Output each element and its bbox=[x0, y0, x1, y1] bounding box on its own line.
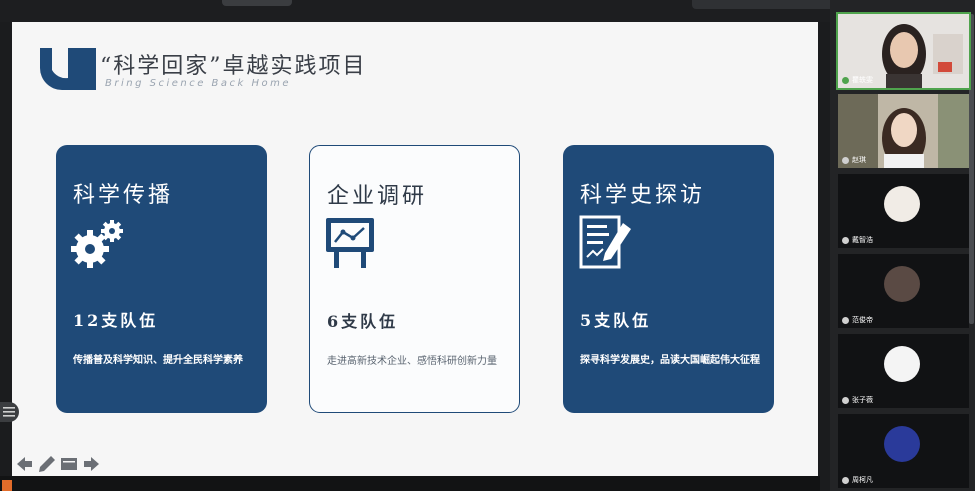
card-description: 走进高新技术企业、感悟科研创新力量 bbox=[327, 356, 497, 367]
participant-name: 范俊帝 bbox=[842, 315, 873, 325]
participant-tile[interactable]: 赵琪 bbox=[838, 94, 969, 168]
participant-name: 赵琪 bbox=[842, 155, 866, 165]
participant-name: 瞿轶雯 bbox=[842, 75, 873, 85]
pen-icon[interactable] bbox=[38, 455, 56, 473]
avatar bbox=[884, 346, 920, 382]
card-description: 传播普及科学知识、提升全民科学素养 bbox=[73, 355, 243, 366]
document-pen-icon bbox=[579, 215, 631, 269]
participant-tile[interactable]: 周柯凡 bbox=[838, 414, 969, 488]
logo-icon bbox=[40, 48, 96, 90]
slide-menu-button[interactable] bbox=[0, 402, 19, 422]
top-bar bbox=[0, 0, 975, 22]
participant-tile[interactable]: 张子薇 bbox=[838, 334, 969, 408]
app-icon bbox=[2, 480, 12, 491]
participant-tile[interactable]: 戴智浩 bbox=[838, 174, 969, 248]
slide-subtitle: Bring Science Back Home bbox=[105, 78, 292, 89]
card-title: 科学史探访 bbox=[580, 183, 706, 208]
avatar bbox=[884, 266, 920, 302]
microphone-icon bbox=[842, 316, 849, 324]
participant-tile[interactable]: 瞿轶雯 bbox=[836, 12, 971, 90]
avatar bbox=[884, 426, 920, 462]
gears-icon bbox=[71, 220, 123, 268]
card-description: 探寻科学发展史，品读大国崛起伟大征程 bbox=[580, 355, 760, 366]
participant-name: 戴智浩 bbox=[842, 235, 873, 245]
bottom-status-bar bbox=[0, 476, 820, 491]
card-count: 12支队伍 bbox=[73, 311, 159, 330]
participant-tile[interactable]: 范俊帝 bbox=[838, 254, 969, 328]
arrow-right-icon[interactable] bbox=[82, 455, 100, 473]
presentation-board-icon bbox=[326, 218, 374, 268]
microphone-icon bbox=[842, 156, 849, 164]
card-title: 科学传播 bbox=[73, 183, 174, 208]
list-icon bbox=[3, 407, 15, 417]
card-count: 6支队伍 bbox=[327, 312, 399, 331]
card-enterprise-research: 企业调研 6支队伍 走进高新技术企业、感悟科研创新力量 bbox=[309, 145, 520, 413]
microphone-icon bbox=[842, 396, 849, 404]
card-count: 5支队伍 bbox=[580, 311, 652, 330]
card-science-history: 科学史探访 5支队伍 探寻科学发展史，品读大国崛起伟大征程 bbox=[563, 145, 774, 413]
shared-slide: “科学回家”卓越实践项目 Bring Science Back Home 科学传… bbox=[12, 22, 818, 476]
microphone-icon bbox=[842, 76, 849, 84]
microphone-icon bbox=[842, 476, 849, 484]
arrow-left-icon[interactable] bbox=[16, 455, 34, 473]
microphone-icon bbox=[842, 236, 849, 244]
avatar bbox=[884, 186, 920, 222]
participant-name: 周柯凡 bbox=[842, 475, 873, 485]
sharing-indicator[interactable] bbox=[692, 0, 847, 9]
screen-icon[interactable] bbox=[60, 455, 78, 473]
participant-name: 张子薇 bbox=[842, 395, 873, 405]
slide-title: “科学回家”卓越实践项目 bbox=[100, 54, 367, 79]
card-science-communication: 科学传播 12支队伍 传播普及科学知识、提升全民科学素养 bbox=[56, 145, 267, 413]
card-title: 企业调研 bbox=[327, 184, 428, 209]
panel-scrollbar[interactable] bbox=[969, 14, 974, 324]
meeting-toolbar-handle[interactable] bbox=[222, 0, 292, 6]
